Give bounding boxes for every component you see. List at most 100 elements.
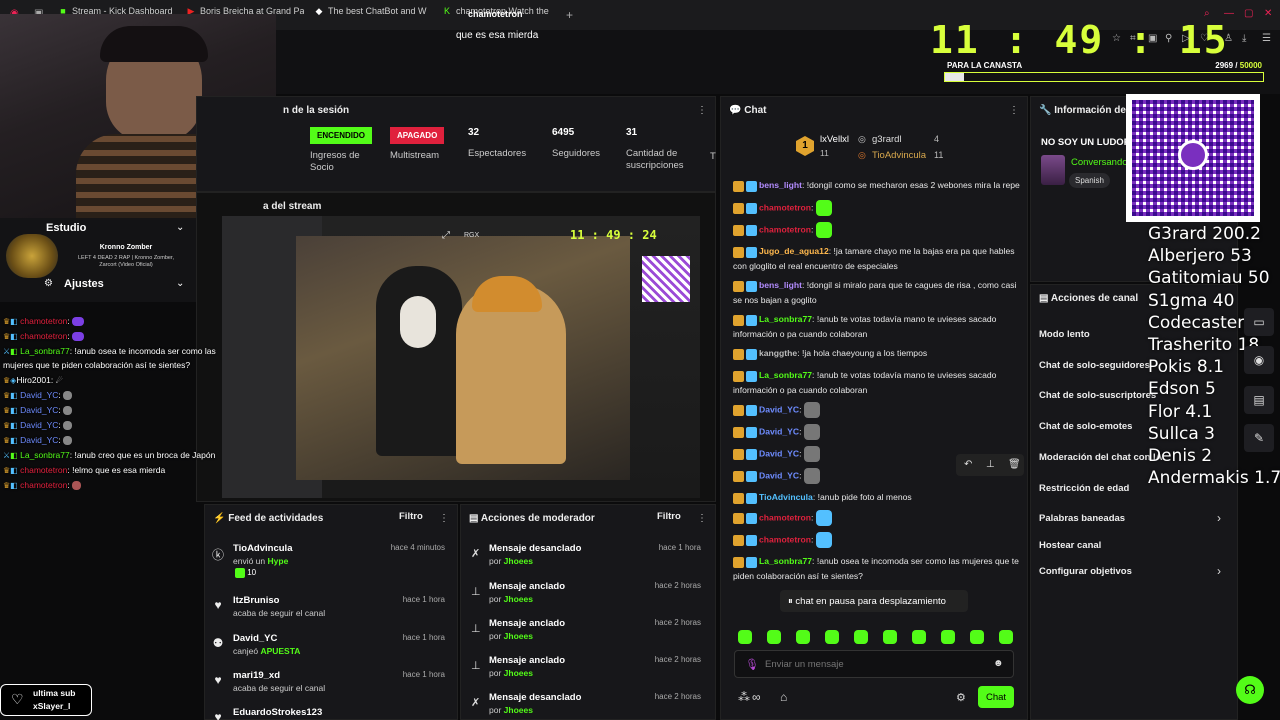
slow-mode-toggle[interactable]: Modo lento: [1039, 329, 1090, 340]
emote-shortcut[interactable]: [738, 630, 752, 644]
chat-username[interactable]: Jugo_de_agua12: [759, 246, 829, 256]
settings-icon[interactable]: ⚙: [44, 278, 53, 289]
pin-icon[interactable]: ⚲: [1165, 33, 1172, 44]
chevron-right-icon[interactable]: ›: [1217, 511, 1221, 525]
emote[interactable]: [803, 468, 820, 484]
emote[interactable]: [803, 424, 820, 440]
kebab-menu-icon[interactable]: ⋮: [439, 513, 449, 524]
emote[interactable]: [803, 402, 820, 418]
chevron-down-icon[interactable]: ⌄: [176, 278, 184, 289]
chat-paused-notice[interactable]: ⏸ chat en pausa para desplazamiento: [780, 590, 968, 612]
new-tab-button[interactable]: +: [566, 8, 573, 22]
close-icon[interactable]: ✕: [1264, 8, 1272, 19]
chat-username[interactable]: La_sonbra77: [759, 314, 812, 324]
chat-username[interactable]: bens_light: [759, 280, 802, 290]
chevron-right-icon[interactable]: ›: [1217, 564, 1221, 578]
store-icon[interactable]: ⌂: [780, 690, 787, 704]
emote-shortcut[interactable]: [825, 630, 839, 644]
mod-filter-button[interactable]: Filtro: [657, 511, 681, 522]
configure-goals-link[interactable]: Configurar objetivos: [1039, 566, 1132, 577]
kebab-menu-icon[interactable]: ⋮: [697, 105, 707, 116]
ai-moderation-toggle[interactable]: Moderación del chat con IA: [1039, 452, 1163, 463]
chat-username[interactable]: chamotetron: [759, 224, 811, 234]
emote-shortcut[interactable]: [767, 630, 781, 644]
chat-message[interactable]: Jugo_de_agua12: !ja tamare chayo me la b…: [733, 244, 1023, 273]
profile-icon[interactable]: ♙: [1224, 33, 1233, 44]
crop-icon[interactable]: ⌗: [1130, 33, 1136, 44]
emote[interactable]: [815, 510, 832, 526]
send-chat-button[interactable]: Chat: [978, 686, 1014, 708]
chat-username[interactable]: TioAdvincula: [759, 492, 813, 502]
screen-icon[interactable]: ▣: [1148, 33, 1157, 44]
emote-shortcut[interactable]: [912, 630, 926, 644]
star-icon[interactable]: ☆: [1112, 33, 1121, 44]
chat-message[interactable]: TioAdvincula: !anub pide foto al menos: [733, 490, 1023, 505]
chat-username[interactable]: chamotetron: [759, 534, 811, 544]
chat-username[interactable]: David_YC: [759, 404, 799, 414]
followers-only-toggle[interactable]: Chat de solo-seguidores: [1039, 360, 1150, 371]
multistream-status[interactable]: APAGADO: [390, 127, 445, 144]
emote[interactable]: [815, 200, 832, 216]
broadcast-icon[interactable]: ◉: [1244, 346, 1274, 374]
menu-icon[interactable]: ☰: [1262, 33, 1271, 44]
chat-message-input[interactable]: [765, 655, 985, 673]
emote-shortcut[interactable]: [999, 630, 1013, 644]
host-channel-button[interactable]: Hostear canal: [1039, 540, 1101, 551]
chat-username[interactable]: kanggthe: [759, 348, 797, 358]
chat-username[interactable]: La_sonbra77: [759, 370, 812, 380]
tools-icon[interactable]: ✎: [1244, 424, 1274, 452]
pin-icon[interactable]: ⊥: [986, 459, 995, 470]
chat-message[interactable]: bens_light: !dongil si miralo para que t…: [733, 278, 1023, 307]
chat-message[interactable]: chamotetron:: [733, 200, 1023, 216]
camera-icon[interactable]: ▭: [1244, 308, 1274, 336]
kebab-menu-icon[interactable]: ⋮: [697, 513, 707, 524]
emotes-only-toggle[interactable]: Chat de solo-emotes: [1039, 421, 1132, 432]
emote[interactable]: [815, 532, 832, 548]
chat-message[interactable]: La_sonbra77: !anub osea te incomoda ser …: [733, 554, 1023, 583]
chat-message[interactable]: chamotetron:: [733, 222, 1023, 238]
stream-video[interactable]: 11 : 49 : 24 RGX ⤢: [222, 216, 700, 498]
layout-icon[interactable]: ▤: [1244, 386, 1274, 414]
points-icon[interactable]: ⁂: [738, 690, 750, 704]
maximize-icon[interactable]: ▢: [1244, 8, 1253, 19]
fullscreen-icon[interactable]: ⤢: [442, 230, 450, 241]
microphone-icon[interactable]: 🎙: [745, 658, 759, 671]
settings-icon[interactable]: ⚙: [956, 691, 966, 704]
emoji-icon[interactable]: ☻: [993, 658, 1004, 669]
partner-income-status[interactable]: ENCENDIDO: [310, 127, 373, 144]
chat-message[interactable]: La_sonbra77: !anub te votas todavía mano…: [733, 368, 1023, 397]
chat-username[interactable]: La_sonbra77: [759, 556, 812, 566]
chat-username[interactable]: chamotetron: [759, 512, 811, 522]
emote-shortcut[interactable]: [854, 630, 868, 644]
heart-icon[interactable]: ♡: [1200, 33, 1209, 44]
chat-username[interactable]: bens_light: [759, 180, 802, 190]
category-link[interactable]: Conversando: [1071, 157, 1128, 168]
studio-label[interactable]: Estudio: [46, 222, 86, 234]
play-icon[interactable]: ▷: [1182, 33, 1190, 44]
infinity-icon[interactable]: ∞: [752, 690, 761, 704]
chat-message[interactable]: chamotetron:: [733, 510, 1023, 526]
emote-shortcut[interactable]: [883, 630, 897, 644]
emote-shortcut[interactable]: [941, 630, 955, 644]
emote[interactable]: [803, 446, 820, 462]
chat-username[interactable]: David_YC: [759, 470, 799, 480]
chat-username[interactable]: David_YC: [759, 426, 799, 436]
reply-icon[interactable]: ↶: [964, 459, 972, 470]
download-icon[interactable]: ⤓: [1242, 33, 1246, 44]
age-restriction-toggle[interactable]: Restricción de edad: [1039, 483, 1129, 494]
chat-message[interactable]: David_YC:: [733, 402, 1023, 418]
kebab-menu-icon[interactable]: ⋮: [1009, 105, 1019, 116]
chat-message[interactable]: kanggthe: !ja hola chaeyoung a los tiemp…: [733, 346, 1023, 361]
chat-message[interactable]: bens_light: !dongil como se mecharon esa…: [733, 178, 1023, 193]
banned-words-link[interactable]: Palabras baneadas: [1039, 513, 1125, 524]
emote[interactable]: [815, 222, 832, 238]
delete-icon[interactable]: 🗑: [1008, 459, 1021, 470]
chat-message[interactable]: chamotetron:: [733, 532, 1023, 548]
chat-username[interactable]: David_YC: [759, 448, 799, 458]
emote-shortcut[interactable]: [796, 630, 810, 644]
chat-message[interactable]: La_sonbra77: !anub te votas todavía mano…: [733, 312, 1023, 341]
chat-message[interactable]: David_YC:: [733, 424, 1023, 440]
chevron-down-icon[interactable]: ⌄: [176, 222, 184, 233]
activity-filter-button[interactable]: Filtro: [399, 511, 423, 522]
support-icon[interactable]: ☊: [1236, 676, 1264, 704]
